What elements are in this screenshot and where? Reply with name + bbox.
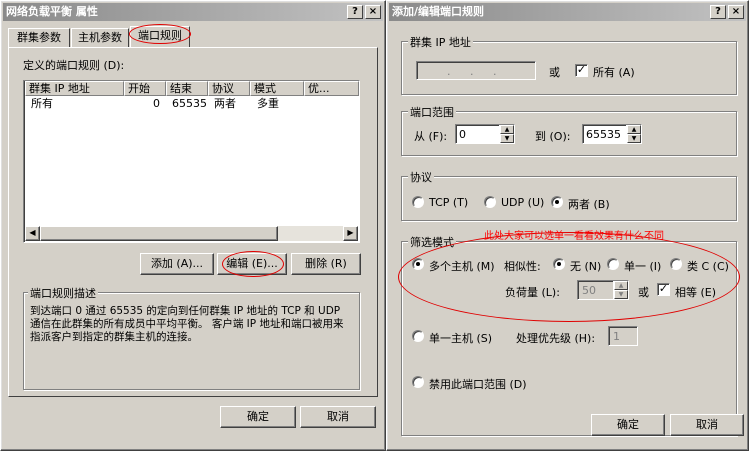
description-group: 端口规则描述 到达端口 0 通过 65535 的定向到任何群集 IP 地址的 T… <box>23 285 360 390</box>
to-label: 到 (O): <box>535 130 571 143</box>
edit-button[interactable]: 编辑 (E)... <box>217 253 287 275</box>
tab-host-params[interactable]: 主机参数 <box>71 28 129 48</box>
port-rules-list[interactable]: 群集 IP 地址 开始 结束 协议 模式 优... 所有 0 65535 两者 … <box>23 80 360 243</box>
scroll-right-icon[interactable]: ▶ <box>343 226 358 241</box>
row-start: 0 <box>153 97 160 110</box>
load-label: 负荷量 (L): <box>505 286 560 299</box>
cancel-button[interactable]: 取消 <box>670 414 744 436</box>
description-text: 到达端口 0 通过 65535 的定向到任何群集 IP 地址的 TCP 和 UD… <box>30 305 344 343</box>
equal-label: 相等 (E) <box>675 286 717 299</box>
horizontal-scrollbar[interactable]: ◀ ▶ <box>25 226 358 241</box>
delete-button[interactable]: 删除 (R) <box>291 253 361 275</box>
proto-tcp-radio[interactable] <box>412 196 424 208</box>
column-header-protocol[interactable]: 协议 <box>208 81 250 96</box>
ip-dots: . . . <box>447 65 505 78</box>
scroll-left-icon[interactable]: ◀ <box>25 226 40 241</box>
column-header-ip[interactable]: 群集 IP 地址 <box>25 81 124 96</box>
affinity-class-c-radio[interactable] <box>670 258 682 270</box>
affinity-class-c-label: 类 C (C) <box>687 260 729 273</box>
nlb-properties-dialog: 网络负载平衡 属性 ? × 群集参数 主机参数 端口规则 定义的端口规则 (D)… <box>0 0 386 451</box>
column-header-priority[interactable]: 优... <box>304 81 359 96</box>
equal-checkbox[interactable]: ✓ <box>657 283 670 296</box>
port-rule-dialog: 添加/编辑端口规则 ? × 群集 IP 地址 . . . 或 ✓ 所有 (A) … <box>386 0 749 451</box>
priority-label: 处理优先级 (H): <box>516 332 596 345</box>
affinity-single-label: 单一 (I) <box>624 260 662 273</box>
left-dialog-title: 网络负载平衡 属性 <box>6 5 98 18</box>
affinity-none-label: 无 (N) <box>570 260 602 273</box>
add-button[interactable]: 添加 (A)... <box>140 253 214 275</box>
all-checkbox[interactable]: ✓ <box>575 64 588 77</box>
description-group-title: 端口规则描述 <box>28 285 98 301</box>
load-value: 50 <box>582 284 596 297</box>
to-field[interactable]: 65535 ▲ ▼ <box>582 124 642 144</box>
help-button[interactable]: ? <box>710 5 726 19</box>
close-icon[interactable]: × <box>365 5 381 19</box>
column-header-end[interactable]: 结束 <box>166 81 208 96</box>
row-ip: 所有 <box>31 97 53 110</box>
from-spinner[interactable]: ▲ ▼ <box>499 125 514 143</box>
disable-range-label: 禁用此端口范围 (D) <box>429 378 527 391</box>
row-mode: 多重 <box>257 97 279 110</box>
proto-udp-label: UDP (U) <box>501 196 545 209</box>
or-label: 或 <box>549 66 560 79</box>
column-header-mode[interactable]: 模式 <box>250 81 304 96</box>
close-icon[interactable]: × <box>728 5 744 19</box>
ok-button[interactable]: 确定 <box>220 406 296 428</box>
from-value: 0 <box>459 128 466 141</box>
row-end: 65535 <box>172 97 207 110</box>
filter-mode-group-title: 筛选模式 <box>408 234 456 250</box>
proto-both-label: 两者 (B) <box>568 198 610 211</box>
left-titlebar[interactable]: 网络负载平衡 属性 ? × <box>3 3 383 21</box>
affinity-single-radio[interactable] <box>607 258 619 270</box>
to-value: 65535 <box>586 128 621 141</box>
tab-port-rules[interactable]: 端口规则 <box>130 26 190 48</box>
from-field[interactable]: 0 ▲ ▼ <box>455 124 515 144</box>
protocol-group-title: 协议 <box>408 169 434 185</box>
multi-host-radio[interactable] <box>412 258 424 270</box>
all-label: 所有 (A) <box>593 66 635 79</box>
port-range-group-title: 端口范围 <box>408 104 456 120</box>
or-label-2: 或 <box>638 286 649 299</box>
proto-udp-radio[interactable] <box>484 196 496 208</box>
row-protocol: 两者 <box>214 97 236 110</box>
multi-host-label: 多个主机 (M) <box>429 260 495 273</box>
table-row[interactable]: 所有 0 65535 两者 多重 <box>25 97 358 111</box>
ok-button[interactable]: 确定 <box>591 414 665 436</box>
priority-value: 1 <box>613 330 620 343</box>
column-header-start[interactable]: 开始 <box>124 81 166 96</box>
cluster-ip-group-title: 群集 IP 地址 <box>408 34 473 50</box>
cancel-button[interactable]: 取消 <box>300 406 376 428</box>
annotation-note: 此处大家可以选单一看看效果有什么不同 <box>484 231 664 242</box>
single-host-label: 单一主机 (S) <box>429 332 493 345</box>
from-label: 从 (F): <box>414 130 448 143</box>
affinity-none-radio[interactable] <box>553 258 565 270</box>
right-dialog-title: 添加/编辑端口规则 <box>392 5 485 18</box>
proto-both-radio[interactable] <box>551 196 563 208</box>
help-button[interactable]: ? <box>347 5 363 19</box>
priority-field: 1 <box>608 326 638 346</box>
disable-range-radio[interactable] <box>412 376 424 388</box>
proto-tcp-label: TCP (T) <box>429 196 469 209</box>
tab-cluster-params[interactable]: 群集参数 <box>8 28 70 48</box>
load-field: 50 ▲ ▼ <box>577 280 629 300</box>
single-host-radio[interactable] <box>412 330 424 342</box>
port-rules-label: 定义的端口规则 (D): <box>23 59 125 72</box>
to-spinner[interactable]: ▲ ▼ <box>626 125 641 143</box>
affinity-label: 相似性: <box>504 260 541 273</box>
load-spinner: ▲ ▼ <box>613 281 628 299</box>
cluster-ip-field: . . . <box>416 61 536 80</box>
right-titlebar[interactable]: 添加/编辑端口规则 ? × <box>389 3 746 21</box>
scroll-thumb[interactable] <box>40 226 278 241</box>
